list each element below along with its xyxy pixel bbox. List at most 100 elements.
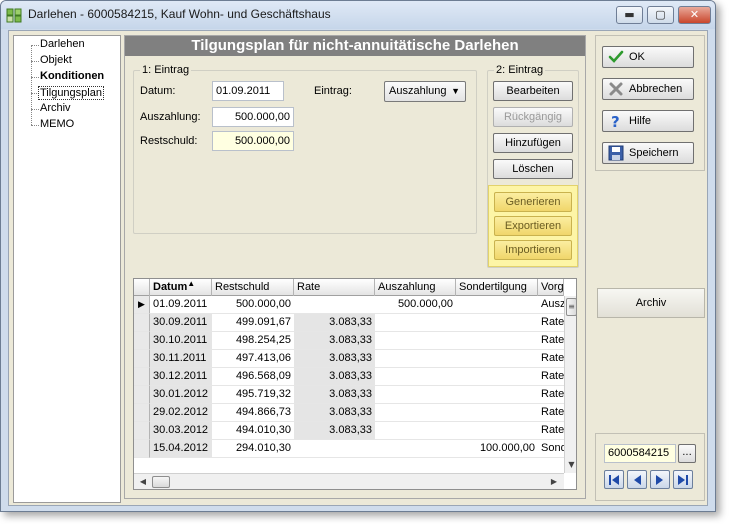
- cell-datum[interactable]: 30.10.2011: [150, 332, 212, 350]
- table-row[interactable]: 15.04.2012294.010,30 100.000,00Sond: [134, 440, 564, 458]
- cell-vorgang[interactable]: Rate: [538, 422, 564, 440]
- cell-rate[interactable]: [294, 440, 375, 458]
- eintrag-select[interactable]: Auszahlung ▼: [384, 81, 466, 102]
- cell-datum[interactable]: 30.12.2011: [150, 368, 212, 386]
- cell-datum[interactable]: 30.11.2011: [150, 350, 212, 368]
- scroll-thumb[interactable]: ≡: [566, 298, 576, 316]
- datum-field[interactable]: 01.09.2011: [212, 81, 284, 101]
- cell-rate[interactable]: 3.083,33: [294, 314, 375, 332]
- column-header-datum[interactable]: Datum▲: [150, 279, 212, 296]
- hinzufuegen-button[interactable]: Hinzufügen: [493, 133, 573, 153]
- column-header-auszahlung[interactable]: Auszahlung: [375, 279, 456, 296]
- cell-rate[interactable]: 3.083,33: [294, 422, 375, 440]
- cell-auszahlung[interactable]: [375, 440, 456, 458]
- cell-datum[interactable]: 30.03.2012: [150, 422, 212, 440]
- ok-button[interactable]: OK: [602, 46, 694, 68]
- cell-restschuld[interactable]: 294.010,30: [212, 440, 294, 458]
- cell-auszahlung[interactable]: [375, 332, 456, 350]
- table-row[interactable]: 30.01.2012 495.719,32 3.083,33 Rate: [134, 386, 564, 404]
- archiv-button[interactable]: Archiv: [597, 288, 705, 318]
- previous-record-button[interactable]: [627, 470, 647, 489]
- cell-restschuld[interactable]: 494.010,30: [212, 422, 294, 440]
- cell-datum[interactable]: 30.01.2012: [150, 386, 212, 404]
- tree-item-objekt[interactable]: Objekt: [40, 54, 72, 66]
- horizontal-scroll-thumb[interactable]: [152, 476, 170, 488]
- cell-auszahlung[interactable]: [375, 404, 456, 422]
- cell-vorgang[interactable]: Rate: [538, 404, 564, 422]
- cell-restschuld[interactable]: 499.091,67: [212, 314, 294, 332]
- cell-rate[interactable]: 3.083,33: [294, 404, 375, 422]
- column-header-sondertilgung[interactable]: Sondertilgung: [456, 279, 538, 296]
- cell-restschuld[interactable]: 496.568,09: [212, 368, 294, 386]
- cell-vorgang[interactable]: Rate: [538, 386, 564, 404]
- cell-datum[interactable]: 30.09.2011: [150, 314, 212, 332]
- exportieren-button[interactable]: Exportieren: [494, 216, 572, 236]
- first-record-button[interactable]: [604, 470, 624, 489]
- cell-auszahlung[interactable]: [375, 314, 456, 332]
- cell-sondertilgung[interactable]: [456, 350, 538, 368]
- tilgungsplan-grid[interactable]: Datum▲ Restschuld Rate Auszahlung Sonder…: [133, 278, 577, 490]
- cell-sondertilgung[interactable]: [456, 404, 538, 422]
- cell-rate[interactable]: 3.083,33: [294, 350, 375, 368]
- next-record-button[interactable]: [650, 470, 670, 489]
- hilfe-button[interactable]: ? Hilfe: [602, 110, 694, 132]
- minimize-button[interactable]: ▬: [616, 6, 643, 24]
- cell-auszahlung[interactable]: [375, 350, 456, 368]
- cell-sondertilgung[interactable]: [456, 332, 538, 350]
- tree-item-memo[interactable]: MEMO: [40, 118, 74, 130]
- bearbeiten-button[interactable]: Bearbeiten: [493, 81, 573, 101]
- cell-auszahlung[interactable]: [375, 368, 456, 386]
- scroll-down-icon[interactable]: ▼: [565, 460, 576, 473]
- cell-rate[interactable]: 3.083,33: [294, 368, 375, 386]
- cell-auszahlung[interactable]: [375, 386, 456, 404]
- close-button[interactable]: ✕: [678, 6, 711, 24]
- vertical-scrollbar[interactable]: ≡ ▼: [564, 296, 576, 473]
- cell-sondertilgung[interactable]: 100.000,00: [456, 440, 538, 458]
- rueckgaengig-button[interactable]: Rückgängig: [493, 107, 573, 127]
- horizontal-scrollbar[interactable]: ◀ ▶: [134, 473, 564, 489]
- tree-item-konditionen[interactable]: Konditionen: [40, 70, 104, 82]
- tree-item-darlehen[interactable]: Darlehen: [40, 38, 85, 50]
- column-header-restschuld[interactable]: Restschuld: [212, 279, 294, 296]
- table-row[interactable]: 30.10.2011 498.254,25 3.083,33 Rate: [134, 332, 564, 350]
- cell-vorgang[interactable]: Ausza: [538, 296, 564, 314]
- tree-item-archiv[interactable]: Archiv: [40, 102, 71, 114]
- cell-auszahlung[interactable]: [375, 422, 456, 440]
- last-record-button[interactable]: [673, 470, 693, 489]
- scroll-left-icon[interactable]: ◀: [137, 476, 149, 488]
- cell-restschuld[interactable]: 497.413,06: [212, 350, 294, 368]
- auszahlung-field[interactable]: 500.000,00: [212, 107, 294, 127]
- cell-sondertilgung[interactable]: [456, 422, 538, 440]
- table-row[interactable]: 30.09.2011 499.091,67 3.083,33 Rate: [134, 314, 564, 332]
- speichern-button[interactable]: Speichern: [602, 142, 694, 164]
- cell-vorgang[interactable]: Rate: [538, 350, 564, 368]
- cell-vorgang[interactable]: Rate: [538, 332, 564, 350]
- cell-datum[interactable]: 29.02.2012: [150, 404, 212, 422]
- table-row[interactable]: 30.11.2011 497.413,06 3.083,33 Rate: [134, 350, 564, 368]
- cell-vorgang[interactable]: Rate: [538, 368, 564, 386]
- cell-restschuld[interactable]: 495.719,32: [212, 386, 294, 404]
- cell-sondertilgung[interactable]: [456, 314, 538, 332]
- cell-vorgang[interactable]: Rate: [538, 314, 564, 332]
- column-header-rate[interactable]: Rate: [294, 279, 375, 296]
- cell-restschuld[interactable]: 500.000,00: [212, 296, 294, 314]
- table-row[interactable]: ▶01.09.2011500.000,00500.000,00Ausza: [134, 296, 564, 314]
- tree-item-tilgungsplan[interactable]: Tilgungsplan: [38, 86, 104, 100]
- cell-rate[interactable]: 3.083,33: [294, 386, 375, 404]
- cell-sondertilgung[interactable]: [456, 368, 538, 386]
- cell-restschuld[interactable]: 498.254,25: [212, 332, 294, 350]
- cell-restschuld[interactable]: 494.866,73: [212, 404, 294, 422]
- column-header-vorgang[interactable]: Vorga: [538, 279, 564, 296]
- cell-rate[interactable]: 3.083,33: [294, 332, 375, 350]
- abbrechen-button[interactable]: Abbrechen: [602, 78, 694, 100]
- cell-sondertilgung[interactable]: [456, 296, 538, 314]
- table-row[interactable]: 30.03.2012 494.010,30 3.083,33 Rate: [134, 422, 564, 440]
- table-row[interactable]: 30.12.2011 496.568,09 3.083,33 Rate: [134, 368, 564, 386]
- cell-rate[interactable]: [294, 296, 375, 314]
- record-lookup-button[interactable]: ...: [678, 444, 696, 463]
- loeschen-button[interactable]: Löschen: [493, 159, 573, 179]
- cell-vorgang[interactable]: Sond: [538, 440, 564, 458]
- importieren-button[interactable]: Importieren: [494, 240, 572, 260]
- cell-datum[interactable]: 15.04.2012: [150, 440, 212, 458]
- cell-datum[interactable]: 01.09.2011: [150, 296, 212, 314]
